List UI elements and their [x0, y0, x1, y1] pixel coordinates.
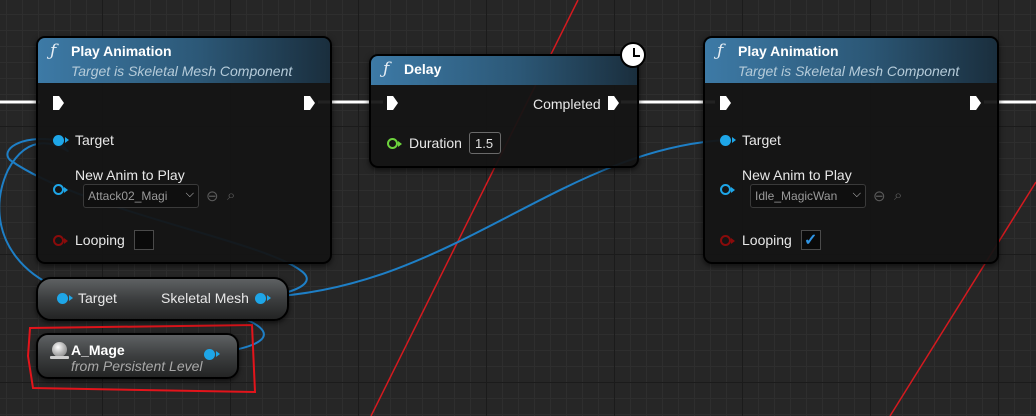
skeletal-mesh-pin[interactable]: [255, 293, 271, 304]
looping-pin[interactable]: [720, 235, 735, 246]
function-icon: ƒ: [383, 59, 390, 79]
node-header: ƒ Play Animation Target is Skeletal Mesh…: [38, 38, 330, 83]
target-pin[interactable]: [57, 293, 73, 304]
anim-asset-value: Attack02_Magi: [88, 189, 168, 203]
completed-label: Completed: [533, 96, 601, 112]
new-anim-pin[interactable]: [720, 184, 735, 195]
chevron-down-icon: ⌵: [852, 188, 861, 200]
duration-input[interactable]: 1.5: [469, 132, 501, 154]
new-anim-label: New Anim to Play: [75, 167, 185, 183]
function-icon: ƒ: [717, 41, 724, 61]
looping-pin[interactable]: [53, 235, 68, 246]
node-title: Play Animation: [71, 43, 172, 59]
anim-asset-dropdown[interactable]: Idle_MagicWan ⌵: [750, 184, 866, 208]
search-icon[interactable]: ⌕: [894, 188, 902, 203]
anim-asset-value: Idle_MagicWan: [755, 189, 838, 203]
duration-pin[interactable]: [387, 138, 402, 149]
function-icon: ƒ: [50, 41, 57, 61]
looping-checkbox[interactable]: ✓: [801, 230, 821, 250]
clock-icon: [620, 42, 646, 68]
node-subtitle: Target is Skeletal Mesh Component: [738, 63, 960, 79]
node-title: Play Animation: [738, 43, 839, 59]
target-label: Target: [742, 132, 781, 148]
actor-icon-base: [50, 356, 69, 359]
play-animation-node-1[interactable]: ƒ Play Animation Target is Skeletal Mesh…: [36, 36, 332, 264]
get-skeletal-mesh-node[interactable]: Target Skeletal Mesh: [36, 277, 289, 321]
exec-out-pin[interactable]: [304, 96, 315, 110]
target-label: Target: [75, 132, 114, 148]
anim-asset-dropdown[interactable]: Attack02_Magi ⌵: [83, 184, 199, 208]
exec-in-pin[interactable]: [53, 96, 64, 110]
actor-title: A_Mage: [71, 342, 125, 358]
target-pin[interactable]: [53, 135, 69, 146]
new-anim-pin[interactable]: [53, 184, 68, 195]
looping-checkbox[interactable]: [134, 230, 154, 250]
play-animation-node-2[interactable]: ƒ Play Animation Target is Skeletal Mesh…: [703, 36, 999, 264]
node-title: Delay: [404, 61, 442, 77]
completed-exec-pin[interactable]: [608, 96, 619, 110]
exec-out-pin[interactable]: [970, 96, 981, 110]
duration-label: Duration: [409, 135, 462, 151]
exec-in-pin[interactable]: [387, 96, 398, 110]
actor-icon: [52, 342, 67, 357]
target-label: Target: [78, 290, 117, 306]
actor-output-pin[interactable]: [204, 349, 220, 360]
looping-label: Looping: [742, 232, 792, 248]
looping-label: Looping: [75, 232, 125, 248]
chevron-down-icon: ⌵: [185, 188, 194, 200]
delay-node[interactable]: ƒ Delay Completed Duration 1.5: [369, 54, 639, 168]
search-icon[interactable]: ⌕: [227, 188, 235, 203]
check-icon: ✓: [804, 232, 818, 249]
skeletal-mesh-label: Skeletal Mesh: [161, 290, 249, 306]
exec-in-pin[interactable]: [720, 96, 731, 110]
reset-icon[interactable]: ⊖: [873, 189, 886, 204]
actor-reference-node[interactable]: A_Mage from Persistent Level: [36, 333, 239, 379]
node-header: ƒ Play Animation Target is Skeletal Mesh…: [705, 38, 997, 83]
reset-icon[interactable]: ⊖: [206, 189, 219, 204]
target-pin[interactable]: [720, 135, 736, 146]
node-header: ƒ Delay: [371, 56, 637, 85]
new-anim-label: New Anim to Play: [742, 167, 852, 183]
node-subtitle: Target is Skeletal Mesh Component: [71, 63, 293, 79]
actor-subtitle: from Persistent Level: [71, 358, 203, 374]
